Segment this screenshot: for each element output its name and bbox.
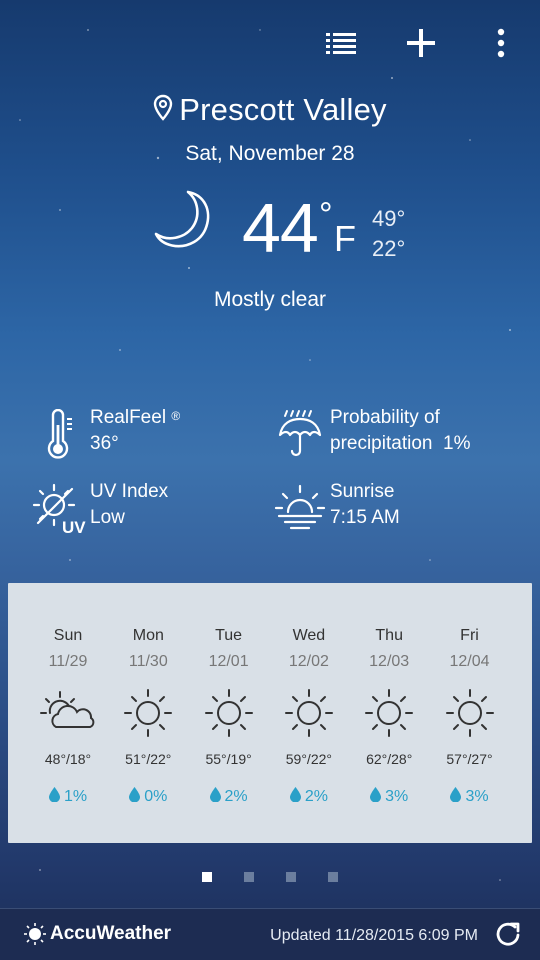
uv-index-detail: UV UV Index Low [30,479,168,539]
forecast-temps: 62°/28° [366,751,413,767]
realfeel-detail: RealFeel ® 36° [30,405,180,465]
forecast-day-name: Thu [375,627,403,644]
raindrop-icon [209,787,225,805]
sunrise-label: Sunrise [330,481,395,502]
action-bar [320,22,522,64]
condition-text: Mostly clear [213,288,327,311]
sun-icon [359,683,419,743]
temperature-unit[interactable]: F [334,218,356,260]
partly-cloudy-icon [38,683,98,743]
sunrise-icon [270,479,330,539]
raindrop-icon [450,787,465,805]
forecast-date: 12/04 [449,653,490,670]
precipitation-detail: Probability of precipitation 1% [270,405,470,465]
degree-symbol: ° [319,196,333,234]
refresh-icon[interactable] [494,921,522,949]
precipitation-value: 1% [443,433,471,454]
forecast-precip: 3% [430,787,510,806]
forecast-temps: 48°/18° [44,751,92,767]
location-pin-icon [153,94,173,127]
uv-index-icon: UV [30,479,90,539]
forecast-date: 11/30 [128,653,168,670]
footer-bar: AccuWeather Updated 11/28/2015 6:09 PM [0,908,540,960]
low-temperature: 22° [372,236,406,261]
list-icon[interactable] [320,22,362,64]
current-temperature: 44 [242,189,319,267]
high-temperature: 49° [372,206,406,231]
forecast-precip: 3% [349,787,429,806]
uv-index-label: UV Index [90,481,169,502]
forecast-temps: 57°/27° [446,751,493,767]
forecast-day-name: Tue [215,627,243,644]
forecast-precip-value: 1% [63,788,88,805]
page-dot-4[interactable] [328,872,338,882]
forecast-date: 12/01 [208,653,249,670]
forecast-precip: 2% [189,787,269,806]
umbrella-rain-icon [270,405,330,465]
forecast-precip: 0% [108,787,188,806]
raindrop-icon [370,787,385,805]
raindrop-icon [289,787,305,805]
precipitation-label-line1: Probability of [330,407,440,428]
city-name: Prescott Valley [179,92,387,127]
current-date: Sat, November 28 [185,142,355,165]
sun-icon [279,683,339,743]
more-vert-icon[interactable] [480,22,522,64]
accuweather-sun-icon [24,923,46,945]
forecast-temps: 51°/22° [125,751,172,767]
uv-icon-text: UV [62,518,86,537]
forecast-date: 11/29 [48,653,88,670]
forecast-temps: 55°/19° [205,751,252,767]
current-conditions: 44 ° F 49° 22° [0,186,540,276]
sun-icon [118,683,178,743]
raindrop-icon [129,787,144,805]
forecast-temps: 59°/22° [285,751,332,767]
forecast-day-name: Wed [292,627,326,644]
page-indicator [0,872,540,882]
brand-name: AccuWeather [50,923,172,944]
forecast-precip: 1% [28,787,108,806]
realfeel-label: RealFeel [90,407,167,428]
uv-index-value: Low [90,507,125,528]
forecast-precip-value: 0% [144,788,168,805]
registered-mark: ® [171,409,181,423]
page-dot-1[interactable] [202,872,212,882]
plus-icon[interactable] [400,22,442,64]
forecast-precip-value: 2% [224,788,248,805]
last-updated-text: Updated 11/28/2015 6:09 PM [270,927,478,944]
accuweather-logo[interactable]: AccuWeather [24,923,171,945]
location-header: Prescott Valley [0,92,540,128]
page-dot-3[interactable] [286,872,296,882]
page-dot-2[interactable] [244,872,254,882]
realfeel-value: 36° [90,433,119,454]
sun-icon [440,683,500,743]
forecast-precip-value: 3% [465,788,489,805]
daily-forecast-panel[interactable]: Sun 11/29 48°/18° 1% Mon 11/30 51°/22° 0% Tue 12/… [8,583,532,843]
forecast-day-name: Fri [460,627,479,644]
forecast-date: 12/03 [369,653,410,670]
thermometer-icon [30,405,90,465]
forecast-precip-value: 2% [304,788,328,805]
sunrise-value: 7:15 AM [330,507,400,528]
forecast-day-name: Mon [132,627,164,644]
precipitation-label-line2: precipitation [330,433,433,454]
forecast-precip-value: 3% [385,788,409,805]
sunrise-detail: Sunrise 7:15 AM [270,479,400,539]
moon-icon [148,186,214,257]
forecast-day-name: Sun [53,627,83,644]
forecast-precip: 2% [269,787,349,806]
forecast-date: 12/02 [288,653,329,670]
city-row[interactable]: Prescott Valley [153,92,387,128]
raindrop-icon [48,787,64,805]
sun-icon [199,683,259,743]
